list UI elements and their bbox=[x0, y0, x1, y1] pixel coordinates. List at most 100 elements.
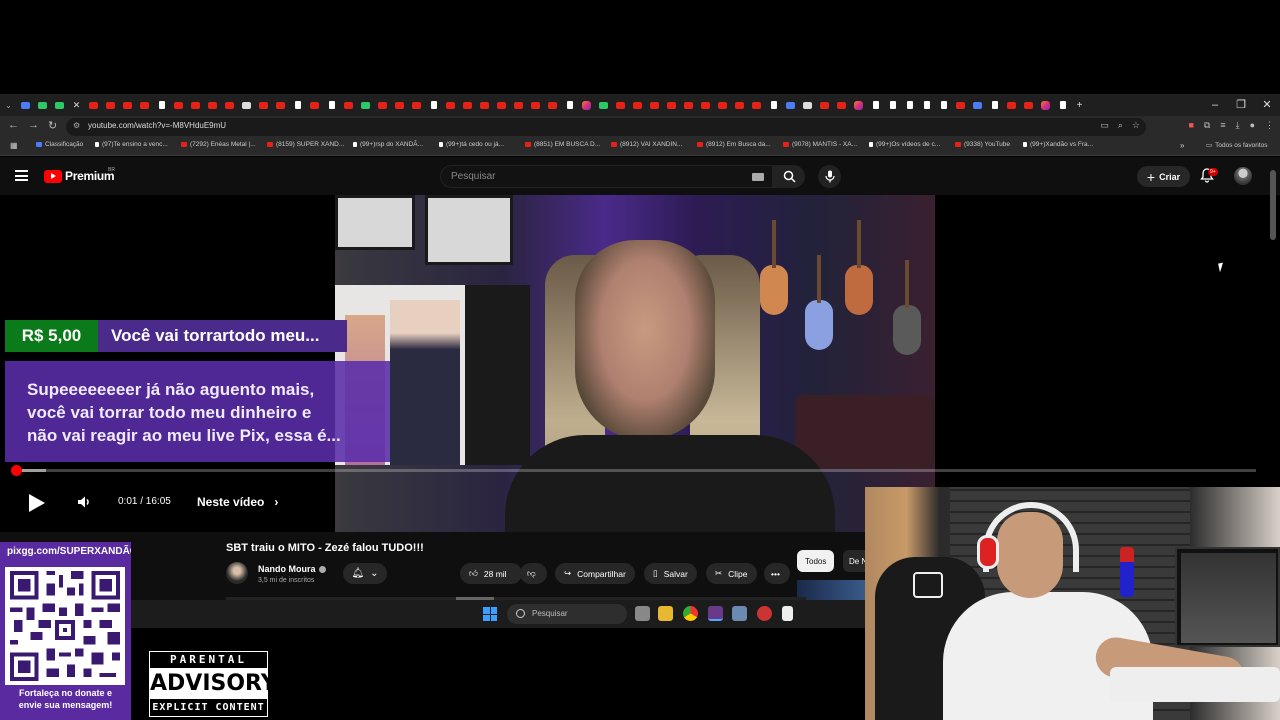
tab-favicon[interactable] bbox=[969, 94, 986, 116]
bookmark-item[interactable]: (99+)Xandão vs Fra... bbox=[1023, 141, 1093, 148]
back-icon[interactable]: ← bbox=[8, 119, 19, 131]
tab-favicon[interactable] bbox=[17, 94, 34, 116]
file-explorer-icon[interactable] bbox=[658, 606, 673, 621]
tab-favicon[interactable] bbox=[1054, 94, 1071, 116]
close-window-icon[interactable]: ✕ bbox=[1254, 94, 1280, 116]
bookmark-item[interactable]: (9338) YouTube bbox=[955, 141, 1010, 148]
tab-favicon[interactable] bbox=[272, 94, 289, 116]
play-icon[interactable] bbox=[29, 494, 45, 512]
settings-icon[interactable] bbox=[732, 606, 747, 621]
task-view-icon[interactable] bbox=[635, 606, 650, 621]
search-input[interactable]: Pesquisar bbox=[440, 165, 773, 188]
tab-favicon[interactable] bbox=[901, 94, 918, 116]
tab-favicon[interactable] bbox=[510, 94, 527, 116]
channel-name[interactable]: Nando Moura bbox=[258, 564, 326, 574]
download-icon[interactable]: ⤓ bbox=[1236, 120, 1240, 131]
bookmark-star-icon[interactable]: ☆ bbox=[1132, 120, 1140, 131]
tab-favicon[interactable] bbox=[255, 94, 272, 116]
tab-favicon[interactable] bbox=[221, 94, 238, 116]
tab-favicon[interactable] bbox=[595, 94, 612, 116]
share-button[interactable]: ↪ Compartilhar bbox=[555, 563, 635, 584]
reload-icon[interactable]: ↻ bbox=[48, 119, 57, 132]
menu-kebab-icon[interactable]: ⋮ bbox=[1265, 120, 1274, 131]
tab-favicon[interactable] bbox=[136, 94, 153, 116]
tab-favicon[interactable] bbox=[714, 94, 731, 116]
bookmark-item[interactable]: (99+)tá cedo ou já... bbox=[439, 141, 504, 148]
tab-favicon[interactable] bbox=[425, 94, 442, 116]
clip-button[interactable]: ✂ Clipe bbox=[706, 563, 757, 584]
tab-favicon[interactable] bbox=[748, 94, 765, 116]
tab-favicon[interactable] bbox=[408, 94, 425, 116]
bookmark-item[interactable]: (97)Te ensino a venc... bbox=[95, 141, 168, 148]
voice-search-button[interactable] bbox=[818, 165, 841, 188]
tab-favicon[interactable] bbox=[51, 94, 68, 116]
bookmark-item[interactable]: (8159) SUPER XAND... bbox=[267, 141, 344, 148]
bookmarks-overflow-icon[interactable]: » bbox=[1180, 141, 1184, 150]
tab-favicon[interactable] bbox=[1020, 94, 1037, 116]
tab-favicon[interactable] bbox=[765, 94, 782, 116]
tab-favicon[interactable] bbox=[85, 94, 102, 116]
tab-favicon[interactable] bbox=[391, 94, 408, 116]
extension-icon[interactable]: ■ bbox=[1188, 120, 1193, 131]
tab-favicon[interactable] bbox=[816, 94, 833, 116]
tab-favicon[interactable] bbox=[1003, 94, 1020, 116]
tab-favicon[interactable] bbox=[119, 94, 136, 116]
tab-favicon[interactable] bbox=[952, 94, 969, 116]
keyboard-icon[interactable] bbox=[752, 173, 764, 181]
tab-list-button[interactable]: ⌄ bbox=[0, 94, 17, 116]
bookmark-item[interactable]: (8912) Em Busca da... bbox=[697, 141, 771, 148]
bookmark-item[interactable]: (8912) VAI XANDIN... bbox=[611, 141, 682, 148]
tab-favicon[interactable] bbox=[238, 94, 255, 116]
account-avatar[interactable] bbox=[1234, 167, 1252, 185]
extensions-puzzle-icon[interactable]: ⧉ bbox=[1204, 120, 1210, 131]
tab-favicon[interactable] bbox=[204, 94, 221, 116]
tab-favicon[interactable] bbox=[459, 94, 476, 116]
chapters-button[interactable]: Neste vídeo › bbox=[197, 495, 278, 509]
bookmark-item[interactable]: Classificação bbox=[36, 141, 83, 148]
tab-favicon[interactable] bbox=[833, 94, 850, 116]
tab-favicon[interactable] bbox=[918, 94, 935, 116]
windows-start-icon[interactable] bbox=[483, 607, 497, 621]
tab-favicon[interactable] bbox=[153, 94, 170, 116]
tab-favicon[interactable] bbox=[629, 94, 646, 116]
site-info-icon[interactable]: ⚙ bbox=[73, 121, 80, 130]
tab-favicon[interactable] bbox=[850, 94, 867, 116]
subscription-bell-button[interactable]: 🔔︎ ⌄ bbox=[343, 563, 387, 584]
new-tab-button[interactable]: + bbox=[1071, 94, 1088, 116]
tab-favicon[interactable] bbox=[527, 94, 544, 116]
tab-favicon[interactable] bbox=[289, 94, 306, 116]
app-icon[interactable] bbox=[757, 606, 772, 621]
tab-favicon[interactable] bbox=[34, 94, 51, 116]
progress-scrubber[interactable] bbox=[11, 465, 22, 476]
tab-favicon[interactable] bbox=[986, 94, 1003, 116]
tab-favicon[interactable] bbox=[340, 94, 357, 116]
tab-favicon[interactable] bbox=[680, 94, 697, 116]
chip-from-channel[interactable]: De N bbox=[843, 550, 865, 572]
progress-bar[interactable] bbox=[12, 469, 1256, 472]
tab-favicon[interactable] bbox=[306, 94, 323, 116]
tab-favicon[interactable] bbox=[561, 94, 578, 116]
tab-favicon[interactable] bbox=[782, 94, 799, 116]
tab-favicon[interactable] bbox=[442, 94, 459, 116]
tab-favicon[interactable] bbox=[612, 94, 629, 116]
dislike-button[interactable]: 👎︎ bbox=[520, 563, 547, 584]
menu-hamburger-icon[interactable] bbox=[15, 170, 28, 181]
tab-favicon[interactable] bbox=[578, 94, 595, 116]
search-button[interactable] bbox=[773, 165, 805, 188]
cast-icon[interactable]: ▭ bbox=[1100, 120, 1109, 131]
url-input[interactable]: ⚙ youtube.com/watch?v=-M8VHduE9mU ▭ ⌕ ☆ bbox=[66, 118, 1146, 136]
volume-icon[interactable] bbox=[76, 494, 92, 510]
tab-favicon[interactable] bbox=[884, 94, 901, 116]
tab-search-icon[interactable]: ≡ bbox=[1220, 120, 1225, 131]
tab-favicon[interactable] bbox=[357, 94, 374, 116]
tab-favicon[interactable] bbox=[867, 94, 884, 116]
taskbar-search[interactable]: Pesquisar bbox=[507, 604, 627, 624]
more-actions-button[interactable]: ••• bbox=[764, 563, 790, 584]
page-scrollbar[interactable] bbox=[1270, 170, 1276, 240]
tab-favicon[interactable] bbox=[187, 94, 204, 116]
tab-favicon[interactable] bbox=[935, 94, 952, 116]
bookmark-item[interactable]: (99+)Os vídeos de c... bbox=[869, 141, 940, 148]
tab-favicon[interactable] bbox=[544, 94, 561, 116]
tab-favicon[interactable] bbox=[323, 94, 340, 116]
profile-icon[interactable]: ● bbox=[1250, 120, 1255, 131]
